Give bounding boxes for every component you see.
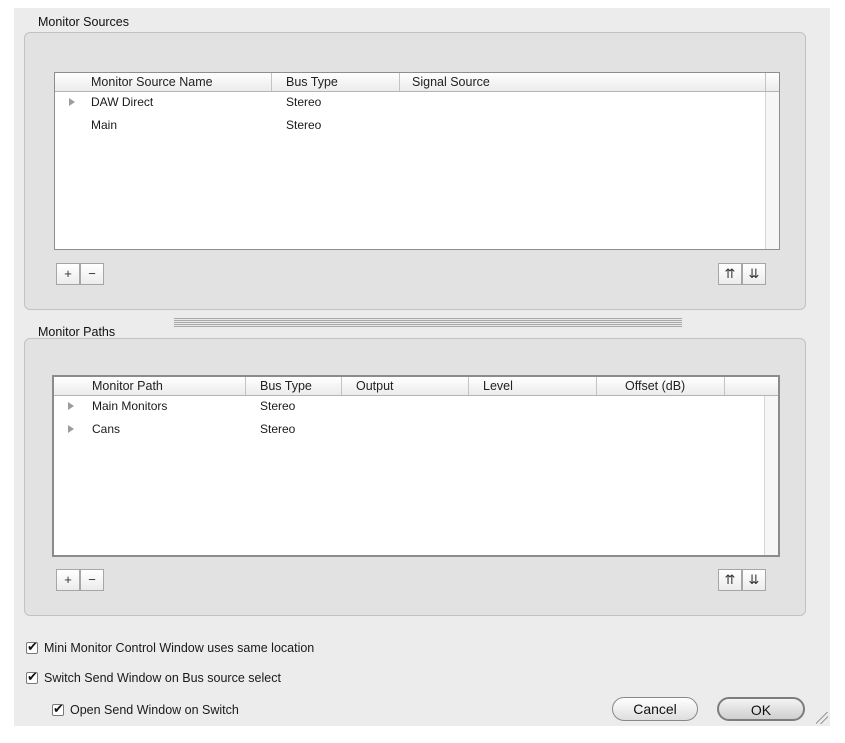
column-header-level[interactable]: Level [469,377,597,395]
bus-type-cell: Stereo [286,95,322,109]
checkbox[interactable] [26,639,38,655]
bus-type-cell: Stereo [260,422,296,436]
monitor-paths-table[interactable]: Monitor Path Bus Type Output Level Offse… [52,375,780,557]
move-source-up-button[interactable]: ⇈ [718,263,742,285]
path-name-cell: Main Monitors [92,399,168,413]
column-header-output[interactable]: Output [342,377,469,395]
table-row[interactable]: Main Monitors Stereo [54,396,764,416]
disclosure-triangle-icon[interactable] [66,396,76,416]
option-label: Mini Monitor Control Window uses same lo… [44,641,315,655]
monitor-paths-title: Monitor Paths [38,325,116,339]
column-header-source-name[interactable]: Monitor Source Name [55,73,272,91]
column-header-signal-source[interactable]: Signal Source [400,73,766,91]
column-header-bus-type[interactable]: Bus Type [246,377,342,395]
checkbox[interactable] [52,701,64,717]
table-row[interactable]: DAW Direct Stereo [55,92,765,112]
ok-button[interactable]: OK [717,697,805,721]
checkbox[interactable] [26,669,38,685]
table-row[interactable]: Cans Stereo [54,419,764,439]
monitor-paths-header: Monitor Path Bus Type Output Level Offse… [54,377,778,396]
move-path-down-button[interactable]: ⇊ [742,569,766,591]
resize-grip-icon[interactable] [816,712,828,724]
remove-path-button[interactable]: − [80,569,104,591]
monitor-settings-dialog: Monitor Sources Monitor Source Name Bus … [14,8,830,726]
column-header-monitor-path[interactable]: Monitor Path [54,377,246,395]
disclosure-triangle-icon[interactable] [67,92,77,112]
option-label: Switch Send Window on Bus source select [44,671,281,685]
cancel-button[interactable]: Cancel [612,697,698,721]
monitor-sources-header: Monitor Source Name Bus Type Signal Sour… [55,73,779,92]
monitor-sources-table[interactable]: Monitor Source Name Bus Type Signal Sour… [54,72,780,250]
vertical-scrollbar[interactable] [765,92,779,249]
move-path-up-button[interactable]: ⇈ [718,569,742,591]
option-label: Open Send Window on Switch [70,703,239,717]
section-splitter[interactable] [174,318,682,327]
source-name-cell: Main [91,118,118,132]
add-source-button[interactable]: + [56,263,80,285]
monitor-sources-title: Monitor Sources [38,15,130,29]
vertical-scrollbar[interactable] [764,396,778,555]
column-header-bus-type[interactable]: Bus Type [272,73,400,91]
move-source-down-button[interactable]: ⇊ [742,263,766,285]
remove-source-button[interactable]: − [80,263,104,285]
path-name-cell: Cans [92,422,121,436]
disclosure-triangle-icon[interactable] [66,419,76,439]
bus-type-cell: Stereo [286,118,322,132]
source-name-cell: DAW Direct [91,95,154,109]
table-row[interactable]: Main Stereo [55,115,765,135]
bus-type-cell: Stereo [260,399,296,413]
column-header-offset[interactable]: Offset (dB) [597,377,725,395]
add-path-button[interactable]: + [56,569,80,591]
